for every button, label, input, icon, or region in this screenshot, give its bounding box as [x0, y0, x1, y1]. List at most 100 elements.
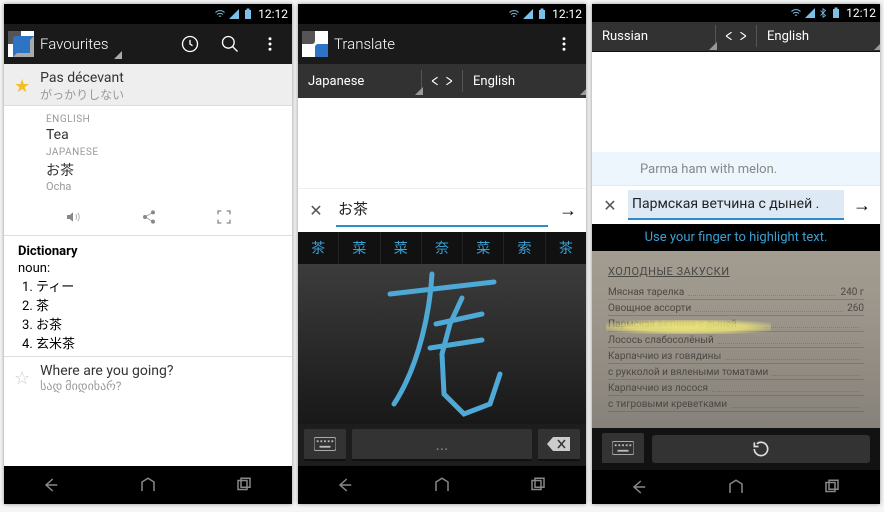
speaker-icon	[63, 209, 83, 225]
handwriting-canvas[interactable]	[298, 264, 586, 424]
share-button[interactable]	[140, 209, 158, 229]
recent-icon[interactable]	[232, 476, 256, 494]
dict-item: 茶	[36, 295, 278, 314]
menu-dots-icon	[555, 35, 573, 53]
phone-camera-translate: 12:12 Russian English Parma ham with mel…	[592, 4, 880, 504]
lang-from-label: Russian	[602, 29, 648, 44]
keyboard-toggle-key[interactable]	[304, 429, 346, 461]
candidate[interactable]: 茶	[298, 232, 339, 264]
app-logo[interactable]	[8, 31, 34, 57]
photo-heading: ХОЛОДНЫЕ ЗАКУСКИ	[608, 265, 864, 278]
keyboard-icon	[314, 437, 336, 451]
menu-line: Лосось слабосолёный	[608, 334, 864, 348]
input-row: ✕ Пармская ветчина с дыней . →	[592, 186, 880, 224]
status-bar: 12:12	[4, 4, 292, 24]
home-icon[interactable]	[430, 476, 454, 494]
battery-icon	[242, 8, 254, 20]
star-icon[interactable]: ☆	[14, 368, 30, 389]
dict-item: ティー	[36, 276, 278, 295]
clock-icon	[180, 34, 200, 54]
language-bar: Japanese English	[298, 64, 586, 98]
status-bar: 12:12	[298, 4, 586, 24]
menu-line: Пармская ветчина с дыней	[608, 318, 864, 332]
menu-line: с рукколой и вялеными томатами	[608, 366, 864, 380]
signal-icon	[804, 7, 816, 19]
favourite-row[interactable]: ☆ Where are you going? სად მიდიხარ?	[4, 356, 292, 399]
keyboard-icon	[612, 441, 634, 455]
fullscreen-button[interactable]	[215, 209, 233, 229]
menu-line: Мясная тарелка240 г	[608, 286, 864, 300]
wifi-icon	[508, 8, 520, 20]
space-key[interactable]: ...	[352, 429, 532, 461]
favourites-list: ★ Pas décevant がっかりしない ENGLISH ★ Tea JAP…	[4, 64, 292, 466]
back-icon[interactable]	[40, 476, 64, 494]
candidate[interactable]: 奈	[422, 232, 463, 264]
lang-to-selector[interactable]: English	[757, 29, 880, 44]
overflow-button[interactable]	[546, 26, 582, 62]
swap-button[interactable]	[422, 75, 462, 87]
lang-from-selector[interactable]: Russian	[592, 29, 715, 44]
search-button[interactable]	[212, 26, 248, 62]
candidate[interactable]: 菜	[381, 232, 422, 264]
swap-icon	[725, 30, 747, 42]
star-icon[interactable]: ★	[14, 76, 30, 97]
action-bar: Favourites	[4, 24, 292, 64]
retake-button[interactable]	[652, 435, 870, 463]
candidate[interactable]: 索	[504, 232, 545, 264]
favourite-row[interactable]: ★ Pas décevant がっかりしない	[4, 64, 292, 106]
history-button[interactable]	[172, 26, 208, 62]
wifi-icon	[790, 7, 802, 19]
go-button[interactable]: →	[848, 195, 876, 216]
swap-icon	[431, 75, 453, 87]
home-icon[interactable]	[724, 478, 748, 496]
system-nav-bar	[298, 466, 586, 504]
share-icon	[140, 209, 158, 225]
backspace-icon	[547, 437, 571, 451]
go-button[interactable]: →	[554, 200, 582, 221]
speak-button[interactable]	[63, 209, 83, 229]
dictionary-card: Dictionary noun: ティー 茶 お茶 玄米茶	[4, 235, 292, 356]
romanization: Ocha	[46, 180, 278, 193]
back-icon[interactable]	[628, 478, 652, 496]
back-icon[interactable]	[334, 476, 358, 494]
fullscreen-icon	[215, 209, 233, 225]
dictionary-pos: noun:	[18, 261, 50, 276]
translate-body: ✕ お茶 → 茶 菜 菜 奈 菜 索 茶 ...	[298, 98, 586, 466]
backspace-key[interactable]	[538, 429, 580, 461]
detail-actions	[4, 203, 292, 235]
battery-icon	[830, 7, 842, 19]
target-word: お茶	[46, 160, 278, 180]
dict-item: 玄米茶	[36, 333, 278, 352]
recent-icon[interactable]	[526, 476, 550, 494]
clear-button[interactable]: ✕	[302, 201, 330, 220]
lang-from-selector[interactable]: Japanese	[298, 74, 421, 89]
lang-to-selector[interactable]: English	[463, 74, 586, 89]
menu-dots-icon	[261, 35, 279, 53]
screen-title: Favourites	[40, 35, 108, 53]
source-lang-label: ENGLISH	[46, 114, 278, 125]
refresh-icon	[751, 439, 771, 459]
home-icon[interactable]	[136, 476, 160, 494]
fav-source: Pas décevant	[40, 70, 124, 86]
overflow-button[interactable]	[252, 26, 288, 62]
clear-button[interactable]: ✕	[596, 196, 624, 215]
keyboard-toggle-key[interactable]	[602, 433, 644, 465]
app-logo[interactable]	[302, 31, 328, 57]
camera-photo[interactable]: ХОЛОДНЫЕ ЗАКУСКИ Мясная тарелка240 г Ово…	[592, 251, 880, 428]
bluetooth-icon	[818, 7, 828, 19]
search-icon	[220, 34, 240, 54]
recent-icon[interactable]	[820, 478, 844, 496]
text-input[interactable]: Пармская ветчина с дыней .	[628, 190, 844, 220]
candidate[interactable]: 菜	[339, 232, 380, 264]
candidate[interactable]: 茶	[546, 232, 586, 264]
menu-line: с тигровыми креветками	[608, 398, 864, 412]
input-value: Пармская ветчина с дыней .	[632, 196, 819, 212]
translation-output: Parma ham with melon.	[592, 152, 880, 186]
text-input[interactable]: お茶	[336, 194, 548, 227]
highlight-hint: Use your finger to highlight text.	[592, 224, 880, 251]
swap-button[interactable]	[716, 30, 756, 42]
battery-icon	[536, 8, 548, 20]
candidate[interactable]: 菜	[463, 232, 504, 264]
title-spinner-indicator[interactable]	[112, 31, 120, 57]
lang-from-label: Japanese	[308, 74, 364, 89]
